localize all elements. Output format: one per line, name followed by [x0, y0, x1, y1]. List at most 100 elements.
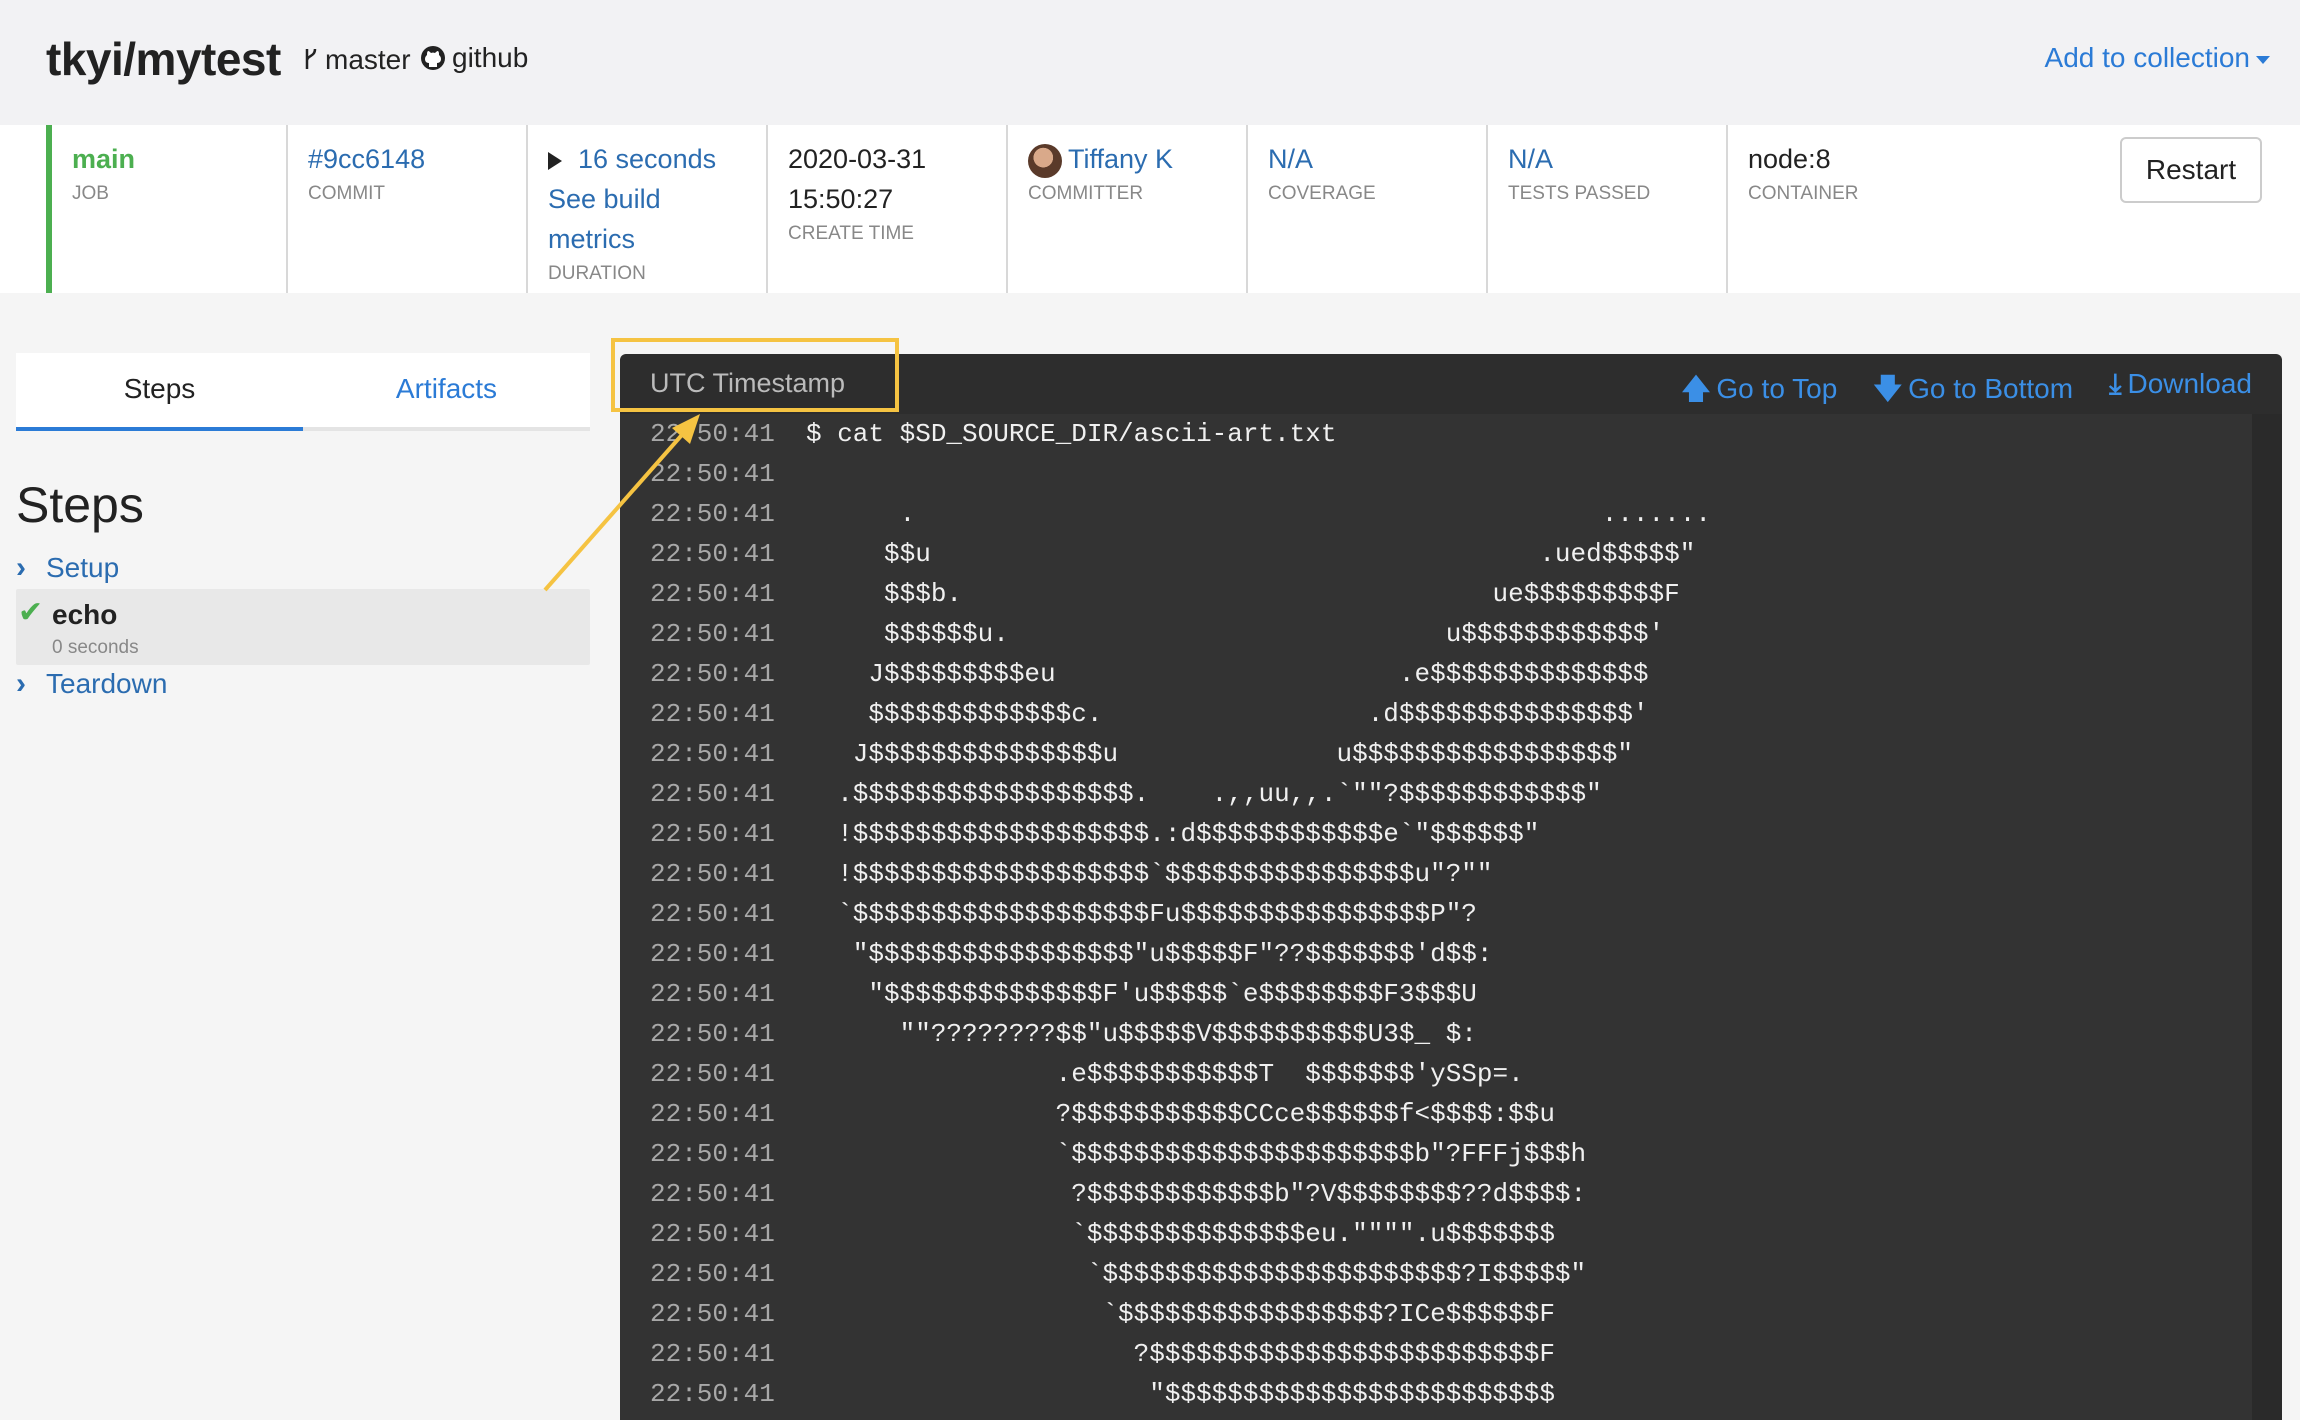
create-time-label: CREATE TIME [788, 223, 914, 244]
go-to-bottom-label: Go to Bottom [1908, 373, 2074, 404]
tests-label: TESTS PASSED [1508, 183, 1651, 204]
step-echo-label: echo [52, 599, 118, 630]
log-message: $$u .ued$$$$$" [806, 539, 1696, 569]
committer-name: Tiffany K [1068, 144, 1174, 174]
committer-cell: Tiffany K COMMITTER [1008, 125, 1248, 293]
log-line: 22:50:41 [650, 454, 806, 494]
go-to-top-button[interactable]: 🡅 Go to Top [1682, 368, 1838, 416]
caret-down-icon [2256, 56, 2270, 64]
log-timestamp: 22:50:41 [650, 979, 775, 1009]
step-teardown-label: Teardown [46, 668, 168, 699]
log-line: 22:50:41 !$$$$$$$$$$$$$$$$$$$`$$$$$$$$$$… [650, 854, 1493, 894]
step-teardown[interactable]: › Teardown [16, 667, 590, 701]
sidebar: Steps Artifacts Steps › Setup ✔ echo 0 s… [0, 293, 612, 1420]
branch-name: master [325, 44, 411, 75]
log-message: ""????????$$"u$$$$$V$$$$$$$$$$U3$_ $: [806, 1019, 1477, 1049]
step-echo[interactable]: ✔ echo 0 seconds [16, 589, 590, 665]
tests-cell: N/A TESTS PASSED [1488, 125, 1728, 293]
committer-label: COMMITTER [1028, 183, 1144, 204]
log-message: `$$$$$$$$$$$$$$eu."""".u$$$$$$$ [806, 1219, 1555, 1249]
add-to-collection-dropdown[interactable]: Add to collection [2045, 42, 2270, 74]
steps-heading: Steps [16, 477, 144, 533]
log-message: !$$$$$$$$$$$$$$$$$$$.:d$$$$$$$$$$$$e`"$$… [806, 819, 1540, 849]
build-info-bar: main JOB #9cc6148 COMMIT 16 seconds See … [0, 125, 2300, 293]
step-setup[interactable]: › Setup [16, 551, 590, 585]
duration-cell: 16 seconds See build metrics DURATION [528, 125, 768, 293]
log-message: "$$$$$$$$$$$$$$F'u$$$$$`e$$$$$$$$F3$$$U [806, 979, 1477, 1009]
log-timestamp: 22:50:41 [650, 1219, 775, 1249]
log-scrollbar[interactable] [2252, 414, 2282, 1420]
log-line: 22:50:41 ?$$$$$$$$$$$$$$$$$$$$$$$$$F [650, 1334, 1555, 1374]
log-line: 22:50:41 !$$$$$$$$$$$$$$$$$$$.:d$$$$$$$$… [650, 814, 1539, 854]
log-timestamp: 22:50:41 [650, 659, 775, 689]
log-line: 22:50:41 $$u .ued$$$$$" [650, 534, 1695, 574]
log-line: 22:50:41 `$$$$$$$$$$$$$$$$$$$$$$b"?FFFj$… [650, 1134, 1586, 1174]
branch-icon [305, 48, 317, 69]
log-line: 22:50:41 J$$$$$$$$$$$$$$$u u$$$$$$$$$$$$… [650, 734, 1633, 774]
go-to-bottom-button[interactable]: 🡇 Go to Bottom [1873, 368, 2073, 416]
chevron-right-icon: › [16, 551, 26, 584]
tab-artifacts[interactable]: Artifacts [303, 353, 590, 431]
log-timestamp: 22:50:41 [650, 1299, 775, 1329]
log-line: 22:50:41 "$$$$$$$$$$$$$$F'u$$$$$`e$$$$$$… [650, 974, 1477, 1014]
container-label: CONTAINER [1748, 183, 1859, 204]
log-message: . ....... [806, 499, 1711, 529]
coverage-value[interactable]: N/A [1268, 139, 1486, 179]
duration-toggle[interactable]: 16 seconds [548, 139, 766, 179]
log-message: .$$$$$$$$$$$$$$$$$$. .,,uu,,.`""?$$$$$$$… [806, 779, 1602, 809]
log-message: `$$$$$$$$$$$$$$$$$$$$$$$?I$$$$$" [806, 1259, 1587, 1289]
log-timestamp: 22:50:41 [650, 1019, 775, 1049]
job-label: JOB [72, 183, 109, 204]
avatar [1028, 143, 1062, 178]
download-label: Download [2127, 368, 2252, 399]
log-message: ?$$$$$$$$$$$$$$$$$$$$$$$$$F [806, 1339, 1555, 1369]
log-line: 22:50:41 $ cat $SD_SOURCE_DIR/ascii-art.t… [650, 414, 1337, 454]
log-message: `$$$$$$$$$$$$$$$$$$$Fu$$$$$$$$$$$$$$$$P"… [806, 899, 1477, 929]
create-date: 2020-03-31 [788, 144, 927, 174]
log-timestamp: 22:50:41 [650, 1339, 775, 1369]
step-echo-duration: 0 seconds [52, 637, 139, 658]
tab-steps[interactable]: Steps [16, 353, 303, 431]
arrow-up-icon: 🡅 [1681, 373, 1711, 404]
log-line: 22:50:41 `$$$$$$$$$$$$$$eu."""".u$$$$$$$ [650, 1214, 1555, 1254]
commit-label: COMMIT [308, 183, 386, 204]
source-link[interactable]: github [420, 42, 528, 74]
coverage-label: COVERAGE [1268, 183, 1376, 204]
committer-link[interactable]: Tiffany K [1028, 139, 1246, 179]
log-message: !$$$$$$$$$$$$$$$$$$$`$$$$$$$$$$$$$$$$u"?… [806, 859, 1493, 889]
log-timestamp: 22:50:41 [650, 499, 775, 529]
arrow-down-icon: 🡇 [1873, 373, 1903, 404]
log-timestamp: 22:50:41 [650, 1139, 775, 1169]
restart-button[interactable]: Restart [2120, 137, 2262, 203]
check-icon: ✔ [18, 596, 44, 629]
chevron-right-icon: › [16, 667, 26, 700]
highlight-box [611, 338, 899, 412]
log-timestamp: 22:50:41 [650, 739, 775, 769]
branch-info[interactable]: master [303, 44, 411, 76]
container-cell: node:8 CONTAINER [1728, 125, 1968, 293]
commit-link[interactable]: #9cc6148 [308, 139, 526, 179]
play-icon [548, 151, 562, 170]
log-timestamp: 22:50:41 [650, 419, 775, 449]
log-output[interactable]: 22:50:41 $ cat $SD_SOURCE_DIR/ascii-art.t… [620, 414, 2252, 1420]
github-icon [421, 46, 445, 70]
log-timestamp: 22:50:41 [650, 779, 775, 809]
job-cell: main JOB [46, 125, 288, 293]
log-message: "$$$$$$$$$$$$$$$$$"u$$$$$F"??$$$$$$$'d$$… [806, 939, 1493, 969]
log-timestamp: 22:50:41 [650, 859, 775, 889]
log-line: 22:50:41 `$$$$$$$$$$$$$$$$$$$$$$$?I$$$$$… [650, 1254, 1586, 1294]
add-to-collection-label: Add to collection [2044, 42, 2250, 73]
log-timestamp: 22:50:41 [650, 1099, 775, 1129]
log-message: J$$$$$$$$$eu .e$$$$$$$$$$$$$$ [806, 659, 1649, 689]
commit-cell: #9cc6148 COMMIT [288, 125, 528, 293]
step-setup-label: Setup [46, 552, 120, 583]
log-line: 22:50:41 `$$$$$$$$$$$$$$$$$$$Fu$$$$$$$$$… [650, 894, 1477, 934]
download-button[interactable]: ⤓ Download [2109, 368, 2252, 416]
container-value: node:8 [1748, 144, 1831, 174]
log-timestamp: 22:50:41 [650, 459, 775, 489]
log-line: 22:50:41 $$$$$$$$$$$$$c. .d$$$$$$$$$$$$$… [650, 694, 1649, 734]
job-name: main [72, 144, 136, 174]
repo-title[interactable]: tkyi/mytest [46, 32, 281, 86]
tests-value[interactable]: N/A [1508, 139, 1726, 179]
build-metrics-link[interactable]: See build metrics [548, 179, 728, 259]
